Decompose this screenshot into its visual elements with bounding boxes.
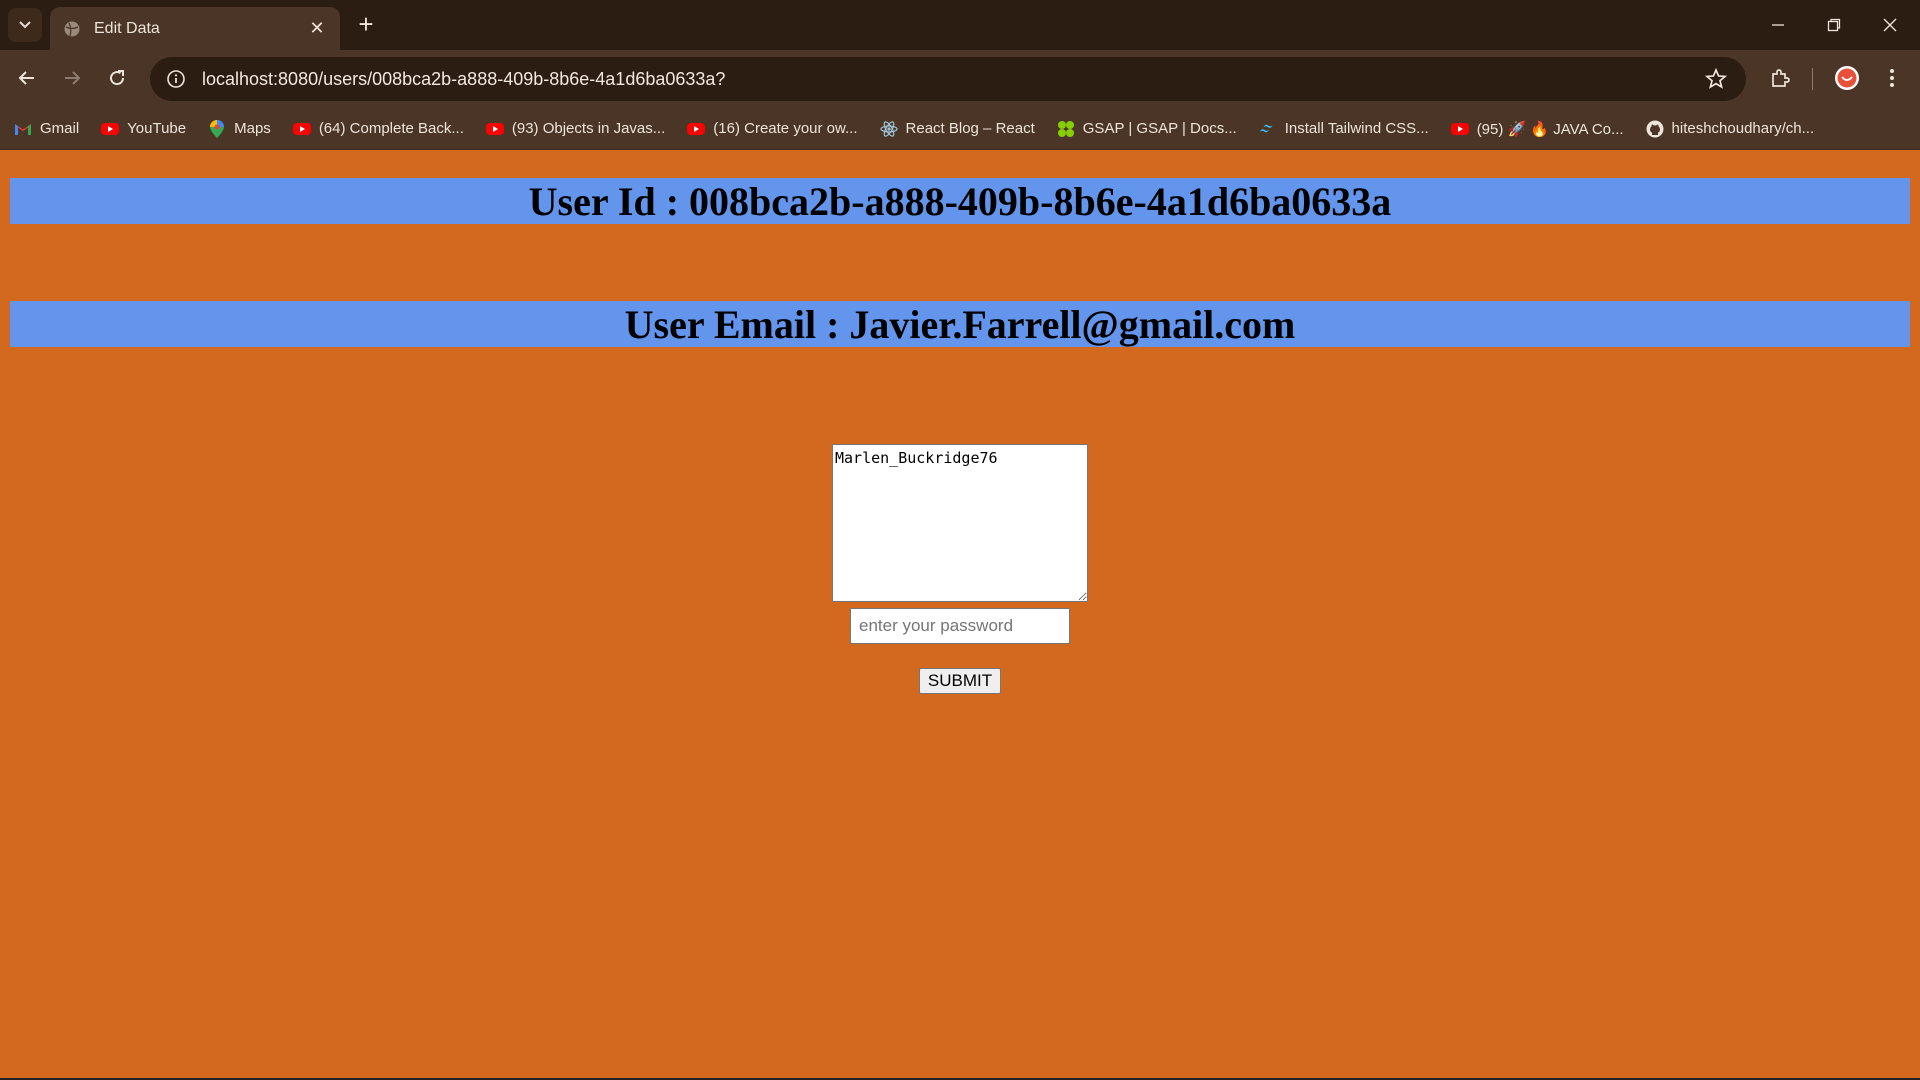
bookmark-item[interactable]: (95) 🚀 🔥 JAVA Co... <box>1450 120 1624 138</box>
kebab-menu-icon <box>1890 69 1894 87</box>
bookmark-label: (16) Create your ow... <box>713 120 858 137</box>
url-text: localhost:8080/users/008bca2b-a888-409b-… <box>202 68 726 89</box>
bookmark-label: GSAP | GSAP | Docs... <box>1082 120 1237 137</box>
reload-icon <box>110 70 125 86</box>
bookmark-label: Gmail <box>40 120 80 137</box>
tailwind-icon <box>1259 120 1277 138</box>
menu-button[interactable] <box>1874 60 1910 96</box>
address-bar[interactable]: localhost:8080/users/008bca2b-a888-409b-… <box>150 57 1746 101</box>
minimize-icon <box>1772 24 1784 26</box>
back-button[interactable] <box>9 60 45 96</box>
bookmarks-bar: Gmail YouTube Maps (64) Complete Back... (93… <box>0 108 1920 150</box>
restore-icon <box>1827 18 1841 32</box>
minimize-button[interactable] <box>1750 0 1806 50</box>
profile-button[interactable] <box>1829 60 1865 96</box>
bookmark-item[interactable]: (16) Create your ow... <box>687 120 858 138</box>
tab-search-button[interactable] <box>8 8 42 42</box>
bookmark-item[interactable]: Maps <box>208 119 271 138</box>
gsap-icon <box>1057 120 1075 138</box>
bookmark-item[interactable]: (64) Complete Back... <box>292 120 464 138</box>
bookmark-label: YouTube <box>127 120 187 137</box>
bookmark-label: (95) 🚀 🔥 JAVA Co... <box>1476 120 1624 138</box>
youtube-icon <box>292 120 311 138</box>
arrow-left-icon <box>18 71 34 85</box>
user-email-heading: User Email : Javier.Farrell@gmail.com <box>10 301 1910 347</box>
bookmark-label: hiteshchoudhary/ch... <box>1671 120 1815 137</box>
bookmark-label: Install Tailwind CSS... <box>1284 120 1429 137</box>
youtube-icon <box>101 120 120 138</box>
avatar <box>1835 66 1859 90</box>
bookmark-label: (64) Complete Back... <box>318 120 464 137</box>
close-window-button[interactable] <box>1862 0 1918 50</box>
youtube-icon <box>485 120 504 138</box>
forward-button[interactable] <box>54 60 90 96</box>
new-tab-button[interactable]: + <box>350 8 382 40</box>
tab-strip: Edit Data ✕ + <box>0 0 1920 50</box>
toolbar-divider <box>1812 68 1813 90</box>
username-textarea[interactable]: Marlen_Buckridge76 <box>832 444 1088 602</box>
bookmark-item[interactable]: (93) Objects in Javas... <box>485 120 666 138</box>
close-icon <box>1883 18 1897 32</box>
puzzle-icon <box>1772 69 1790 87</box>
user-id-heading: User Id : 008bca2b-a888-409b-8b6e-4a1d6b… <box>10 178 1910 224</box>
bookmark-item[interactable]: React Blog – React <box>879 120 1035 138</box>
tab-close-icon[interactable]: ✕ <box>302 14 332 44</box>
tab-edit-data[interactable]: Edit Data ✕ <box>50 7 340 50</box>
youtube-icon <box>687 120 706 138</box>
bookmark-star-icon[interactable] <box>1696 59 1736 99</box>
browser-toolbar: localhost:8080/users/008bca2b-a888-409b-… <box>0 50 1920 108</box>
maps-icon <box>208 119 226 138</box>
globe-icon <box>62 19 82 39</box>
arrow-right-icon <box>65 71 81 85</box>
restore-button[interactable] <box>1806 0 1862 50</box>
bookmark-item[interactable]: Install Tailwind CSS... <box>1259 120 1429 138</box>
github-icon <box>1646 120 1664 138</box>
chevron-down-icon <box>19 21 31 29</box>
reload-button[interactable] <box>99 60 135 96</box>
bookmark-item[interactable]: GSAP | GSAP | Docs... <box>1057 120 1237 138</box>
bookmark-label: Maps <box>234 120 271 137</box>
gmail-icon <box>14 120 32 138</box>
bookmark-label: React Blog – React <box>905 120 1035 137</box>
extensions-button[interactable] <box>1762 60 1798 96</box>
youtube-icon <box>1450 120 1469 138</box>
bookmark-item[interactable]: hiteshchoudhary/ch... <box>1646 120 1815 138</box>
tab-title: Edit Data <box>94 19 160 37</box>
password-input[interactable] <box>850 608 1070 644</box>
react-icon <box>879 120 898 138</box>
submit-button[interactable]: SUBMIT <box>919 668 1001 694</box>
bookmark-item[interactable]: Gmail <box>14 120 79 138</box>
site-info-icon[interactable] <box>164 67 188 91</box>
bookmark-item[interactable]: YouTube <box>101 120 186 138</box>
bookmark-label: (93) Objects in Javas... <box>511 120 666 137</box>
